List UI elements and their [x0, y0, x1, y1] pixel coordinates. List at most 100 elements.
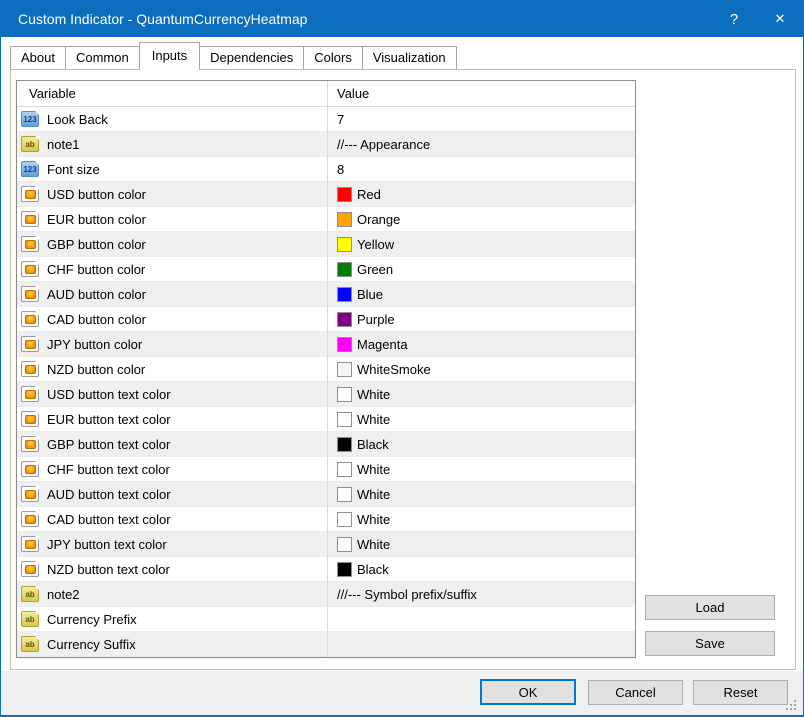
- color-icon: [21, 336, 39, 352]
- param-value-cell[interactable]: White: [328, 482, 635, 507]
- column-header-value[interactable]: Value: [328, 81, 635, 107]
- string-icon: ab: [21, 586, 39, 602]
- param-name: Font size: [47, 162, 100, 177]
- tab-visualization[interactable]: Visualization: [362, 46, 457, 69]
- table-row[interactable]: 123 Look Back 7: [17, 107, 635, 132]
- param-value-cell[interactable]: Black: [328, 432, 635, 457]
- close-button[interactable]: ✕: [757, 1, 803, 37]
- param-name: NZD button text color: [47, 562, 170, 577]
- param-name: GBP button color: [47, 237, 146, 252]
- param-value-cell[interactable]: [328, 607, 635, 632]
- param-value-cell[interactable]: 7: [328, 107, 635, 132]
- color-swatch: [337, 187, 352, 202]
- param-name: NZD button color: [47, 362, 145, 377]
- integer-icon: 123: [21, 111, 39, 127]
- param-name: EUR button color: [47, 212, 146, 227]
- param-value: White: [357, 537, 390, 552]
- table-row[interactable]: 123 Font size 8: [17, 157, 635, 182]
- resize-grip-icon[interactable]: [794, 700, 796, 702]
- table-row[interactable]: GBP button color Yellow: [17, 232, 635, 257]
- param-value-cell[interactable]: //--- Appearance: [328, 132, 635, 157]
- color-doc-chip: [25, 465, 36, 474]
- param-name: note1: [47, 137, 80, 152]
- color-icon: [21, 361, 39, 377]
- tab-inputs[interactable]: Inputs: [139, 42, 200, 70]
- param-name: Currency Suffix: [47, 637, 136, 652]
- table-row[interactable]: USD button text color White: [17, 382, 635, 407]
- help-button[interactable]: ?: [711, 1, 757, 37]
- param-value-cell[interactable]: Red: [328, 182, 635, 207]
- color-doc-chip: [25, 415, 36, 424]
- cancel-button[interactable]: Cancel: [588, 680, 683, 705]
- table-row[interactable]: CAD button color Purple: [17, 307, 635, 332]
- table-header-row: Variable Value: [17, 81, 635, 107]
- param-value: 8: [337, 162, 344, 177]
- tab-bar: About Common Inputs Dependencies Colors …: [10, 42, 456, 69]
- table-row[interactable]: ab note2 ///--- Symbol prefix/suffix: [17, 582, 635, 607]
- ok-button[interactable]: OK: [480, 679, 576, 705]
- param-name: CHF button color: [47, 262, 145, 277]
- color-icon: [21, 311, 39, 327]
- table-row[interactable]: CHF button text color White: [17, 457, 635, 482]
- table-row[interactable]: JPY button text color White: [17, 532, 635, 557]
- table-row[interactable]: EUR button text color White: [17, 407, 635, 432]
- param-value-cell[interactable]: White: [328, 382, 635, 407]
- param-name: USD button color: [47, 187, 146, 202]
- param-value-cell[interactable]: Blue: [328, 282, 635, 307]
- param-value-cell[interactable]: Black: [328, 557, 635, 582]
- load-button[interactable]: Load: [645, 595, 775, 620]
- table-row[interactable]: CAD button text color White: [17, 507, 635, 532]
- tab-dependencies[interactable]: Dependencies: [199, 46, 304, 69]
- color-doc-chip: [25, 190, 36, 199]
- save-button[interactable]: Save: [645, 631, 775, 656]
- param-name: AUD button color: [47, 287, 146, 302]
- param-value-cell[interactable]: White: [328, 457, 635, 482]
- param-value-cell[interactable]: Magenta: [328, 332, 635, 357]
- param-value-cell[interactable]: WhiteSmoke: [328, 357, 635, 382]
- tab-about[interactable]: About: [10, 46, 66, 69]
- param-value-cell[interactable]: ///--- Symbol prefix/suffix: [328, 582, 635, 607]
- table-row[interactable]: GBP button text color Black: [17, 432, 635, 457]
- color-icon: [21, 411, 39, 427]
- param-value-cell[interactable]: Purple: [328, 307, 635, 332]
- color-icon: [21, 436, 39, 452]
- param-name: EUR button text color: [47, 412, 171, 427]
- param-value-cell[interactable]: White: [328, 532, 635, 557]
- param-value: White: [357, 487, 390, 502]
- param-name: CAD button text color: [47, 512, 171, 527]
- param-value-cell[interactable]: White: [328, 407, 635, 432]
- param-value-cell[interactable]: Yellow: [328, 232, 635, 257]
- color-swatch: [337, 362, 352, 377]
- reset-button[interactable]: Reset: [693, 680, 788, 705]
- param-name: note2: [47, 587, 80, 602]
- tab-colors[interactable]: Colors: [303, 46, 363, 69]
- table-row[interactable]: ab Currency Prefix: [17, 607, 635, 632]
- param-value-cell[interactable]: 8: [328, 157, 635, 182]
- table-row[interactable]: CHF button color Green: [17, 257, 635, 282]
- table-row[interactable]: JPY button color Magenta: [17, 332, 635, 357]
- table-row[interactable]: NZD button color WhiteSmoke: [17, 357, 635, 382]
- column-header-variable[interactable]: Variable: [17, 81, 328, 107]
- param-value-cell[interactable]: Green: [328, 257, 635, 282]
- table-row[interactable]: ab note1 //--- Appearance: [17, 132, 635, 157]
- param-value: Yellow: [357, 237, 394, 252]
- param-value-cell[interactable]: White: [328, 507, 635, 532]
- color-swatch: [337, 537, 352, 552]
- param-value: Purple: [357, 312, 395, 327]
- color-icon: [21, 511, 39, 527]
- param-value: ///--- Symbol prefix/suffix: [337, 587, 477, 602]
- table-row[interactable]: NZD button text color Black: [17, 557, 635, 582]
- color-doc-chip: [25, 215, 36, 224]
- table-row[interactable]: EUR button color Orange: [17, 207, 635, 232]
- color-doc-chip: [25, 440, 36, 449]
- table-row[interactable]: AUD button color Blue: [17, 282, 635, 307]
- color-swatch: [337, 462, 352, 477]
- param-value-cell[interactable]: [328, 632, 635, 657]
- tab-common[interactable]: Common: [65, 46, 140, 69]
- table-row[interactable]: AUD button text color White: [17, 482, 635, 507]
- color-icon: [21, 486, 39, 502]
- table-row[interactable]: ab Currency Suffix: [17, 632, 635, 657]
- param-value: Black: [357, 437, 389, 452]
- param-value-cell[interactable]: Orange: [328, 207, 635, 232]
- table-row[interactable]: USD button color Red: [17, 182, 635, 207]
